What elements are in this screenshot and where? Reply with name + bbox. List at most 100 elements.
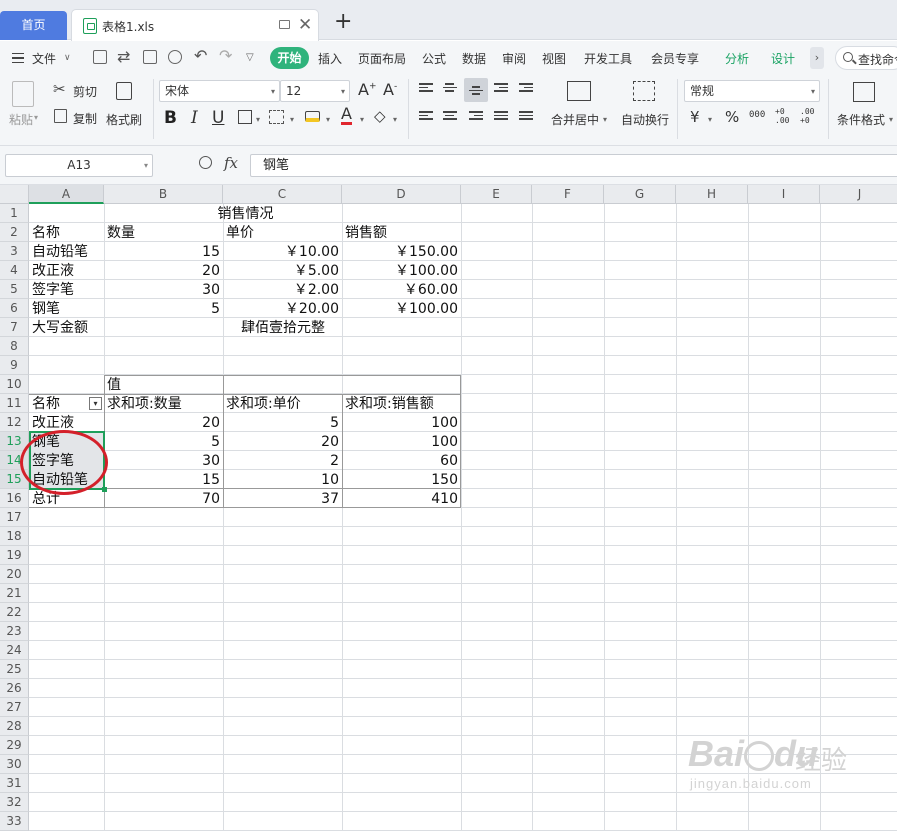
pivot-total-amount[interactable]: 410 — [343, 489, 461, 508]
row-header-8[interactable]: 8 — [0, 337, 29, 356]
menu-data[interactable]: 数据 — [462, 50, 486, 67]
tab-file[interactable]: 表格1.xls ✕ — [71, 9, 319, 41]
justify-icon[interactable] — [494, 111, 508, 123]
format-painter-button[interactable]: 格式刷 — [106, 111, 142, 128]
tab-home[interactable]: 首页 — [0, 11, 67, 40]
name-box[interactable]: A13 ▾ — [5, 154, 153, 177]
capital-value-cell[interactable]: 肆佰壹拾元整 — [105, 318, 461, 337]
pivot-header-price[interactable]: 求和项:单价 — [224, 394, 342, 413]
pivot-header-qty[interactable]: 求和项:数量 — [105, 394, 223, 413]
chevron-down-icon[interactable]: ▾ — [290, 115, 294, 124]
menu-scroll-right-icon[interactable]: › — [810, 47, 824, 69]
row-header-27[interactable]: 27 — [0, 698, 29, 717]
data-price-cell[interactable]: ￥2.00 — [224, 280, 342, 299]
export-icon[interactable]: ⇄ — [117, 47, 130, 66]
column-header-a[interactable]: A — [29, 185, 104, 204]
row-header-3[interactable]: 3 — [0, 242, 29, 261]
menu-page-layout[interactable]: 页面布局 — [358, 50, 406, 67]
command-search[interactable]: 查找命令 — [835, 46, 897, 70]
row-header-6[interactable]: 6 — [0, 299, 29, 318]
paste-dropdown-icon[interactable]: ▾ — [34, 113, 38, 122]
menu-review[interactable]: 审阅 — [502, 50, 526, 67]
header-amount[interactable]: 销售额 — [343, 223, 461, 242]
row-header-4[interactable]: 4 — [0, 261, 29, 280]
row-header-21[interactable]: 21 — [0, 584, 29, 603]
format-painter-icon[interactable] — [116, 82, 132, 100]
conditional-format-icon[interactable] — [853, 82, 875, 102]
column-header-i[interactable]: I — [748, 185, 820, 204]
row-header-33[interactable]: 33 — [0, 812, 29, 831]
row-header-31[interactable]: 31 — [0, 774, 29, 793]
data-amount-cell[interactable]: ￥60.00 — [343, 280, 461, 299]
zoom-icon[interactable] — [199, 156, 212, 169]
fill-color-icon[interactable] — [305, 111, 320, 122]
capital-label-cell[interactable]: 大写金额 — [30, 318, 104, 337]
row-header-9[interactable]: 9 — [0, 356, 29, 375]
data-amount-cell[interactable]: ￥100.00 — [343, 261, 461, 280]
row-header-32[interactable]: 32 — [0, 793, 29, 812]
pivot-row-qty[interactable]: 15 — [105, 470, 223, 489]
distributed-icon[interactable] — [519, 111, 533, 123]
menu-start[interactable]: 开始 — [270, 47, 309, 69]
wrap-text-icon[interactable] — [633, 81, 655, 101]
align-right-icon[interactable] — [469, 111, 483, 123]
data-price-cell[interactable]: ￥5.00 — [224, 261, 342, 280]
pivot-row-amount[interactable]: 100 — [343, 413, 461, 432]
row-header-24[interactable]: 24 — [0, 641, 29, 660]
menu-view[interactable]: 视图 — [542, 50, 566, 67]
pivot-row-price[interactable]: 5 — [224, 413, 342, 432]
data-price-cell[interactable]: ￥20.00 — [224, 299, 342, 318]
row-header-19[interactable]: 19 — [0, 546, 29, 565]
chevron-down-icon[interactable]: ∨ — [64, 53, 71, 63]
row-header-23[interactable]: 23 — [0, 622, 29, 641]
decrease-font-icon[interactable]: A- — [383, 80, 397, 99]
row-header-29[interactable]: 29 — [0, 736, 29, 755]
menu-insert[interactable]: 插入 — [318, 50, 342, 67]
chevron-down-icon[interactable]: ▾ — [360, 115, 364, 124]
row-header-7[interactable]: 7 — [0, 318, 29, 337]
data-amount-cell[interactable]: ￥150.00 — [343, 242, 461, 261]
header-price[interactable]: 单价 — [224, 223, 342, 242]
worksheet-grid[interactable]: ABCDEFGHIJ 1 2 3 4 5 6 7 8 9 10 11 12 13 14 15 16 17 18 19… — [0, 185, 897, 831]
increase-decimal-icon[interactable]: +0 .00 — [775, 107, 795, 125]
pivot-row-amount[interactable]: 60 — [343, 451, 461, 470]
underline-icon[interactable]: U — [212, 108, 224, 128]
align-middle-icon[interactable] — [443, 83, 457, 95]
formula-input[interactable]: 钢笔 — [250, 154, 897, 177]
row-header-5[interactable]: 5 — [0, 280, 29, 299]
data-qty-cell[interactable]: 5 — [105, 299, 223, 318]
font-size-select[interactable]: 12 ▾ — [280, 80, 350, 102]
font-color-icon[interactable]: A — [341, 106, 352, 125]
pivot-row-amount[interactable]: 150 — [343, 470, 461, 489]
align-top-icon[interactable] — [419, 83, 433, 95]
chevron-down-icon[interactable]: ▾ — [326, 115, 330, 124]
increase-font-icon[interactable]: A+ — [358, 80, 377, 99]
data-price-cell[interactable]: ￥10.00 — [224, 242, 342, 261]
row-header-28[interactable]: 28 — [0, 717, 29, 736]
column-header-c[interactable]: C — [223, 185, 342, 204]
italic-icon[interactable]: I — [191, 108, 198, 128]
pivot-filter-dropdown-icon[interactable]: ▾ — [89, 397, 102, 410]
row-header-12[interactable]: 12 — [0, 413, 29, 432]
pivot-row-amount[interactable]: 100 — [343, 432, 461, 451]
pivot-row-qty[interactable]: 20 — [105, 413, 223, 432]
pivot-row-qty[interactable]: 5 — [105, 432, 223, 451]
row-header-26[interactable]: 26 — [0, 679, 29, 698]
select-all-corner[interactable] — [0, 185, 29, 204]
font-name-select[interactable]: 宋体 ▾ — [159, 80, 280, 102]
header-name[interactable]: 名称 — [30, 223, 104, 242]
copy-button[interactable]: 复制 — [73, 110, 97, 127]
cut-button[interactable]: 剪切 — [73, 83, 97, 100]
align-left-icon[interactable] — [419, 111, 433, 123]
pivot-row-price[interactable]: 10 — [224, 470, 342, 489]
hamburger-icon[interactable] — [12, 53, 24, 63]
column-header-g[interactable]: G — [604, 185, 676, 204]
pivot-total-qty[interactable]: 70 — [105, 489, 223, 508]
column-header-e[interactable]: E — [461, 185, 532, 204]
menu-file[interactable]: 文件 — [32, 50, 56, 67]
sheet-title[interactable]: 销售情况 — [105, 204, 386, 223]
row-header-11[interactable]: 11 — [0, 394, 29, 413]
new-tab-button[interactable]: + — [334, 10, 352, 34]
paste-icon[interactable] — [12, 81, 34, 107]
pivot-header-amount[interactable]: 求和项:销售额 — [343, 394, 461, 413]
